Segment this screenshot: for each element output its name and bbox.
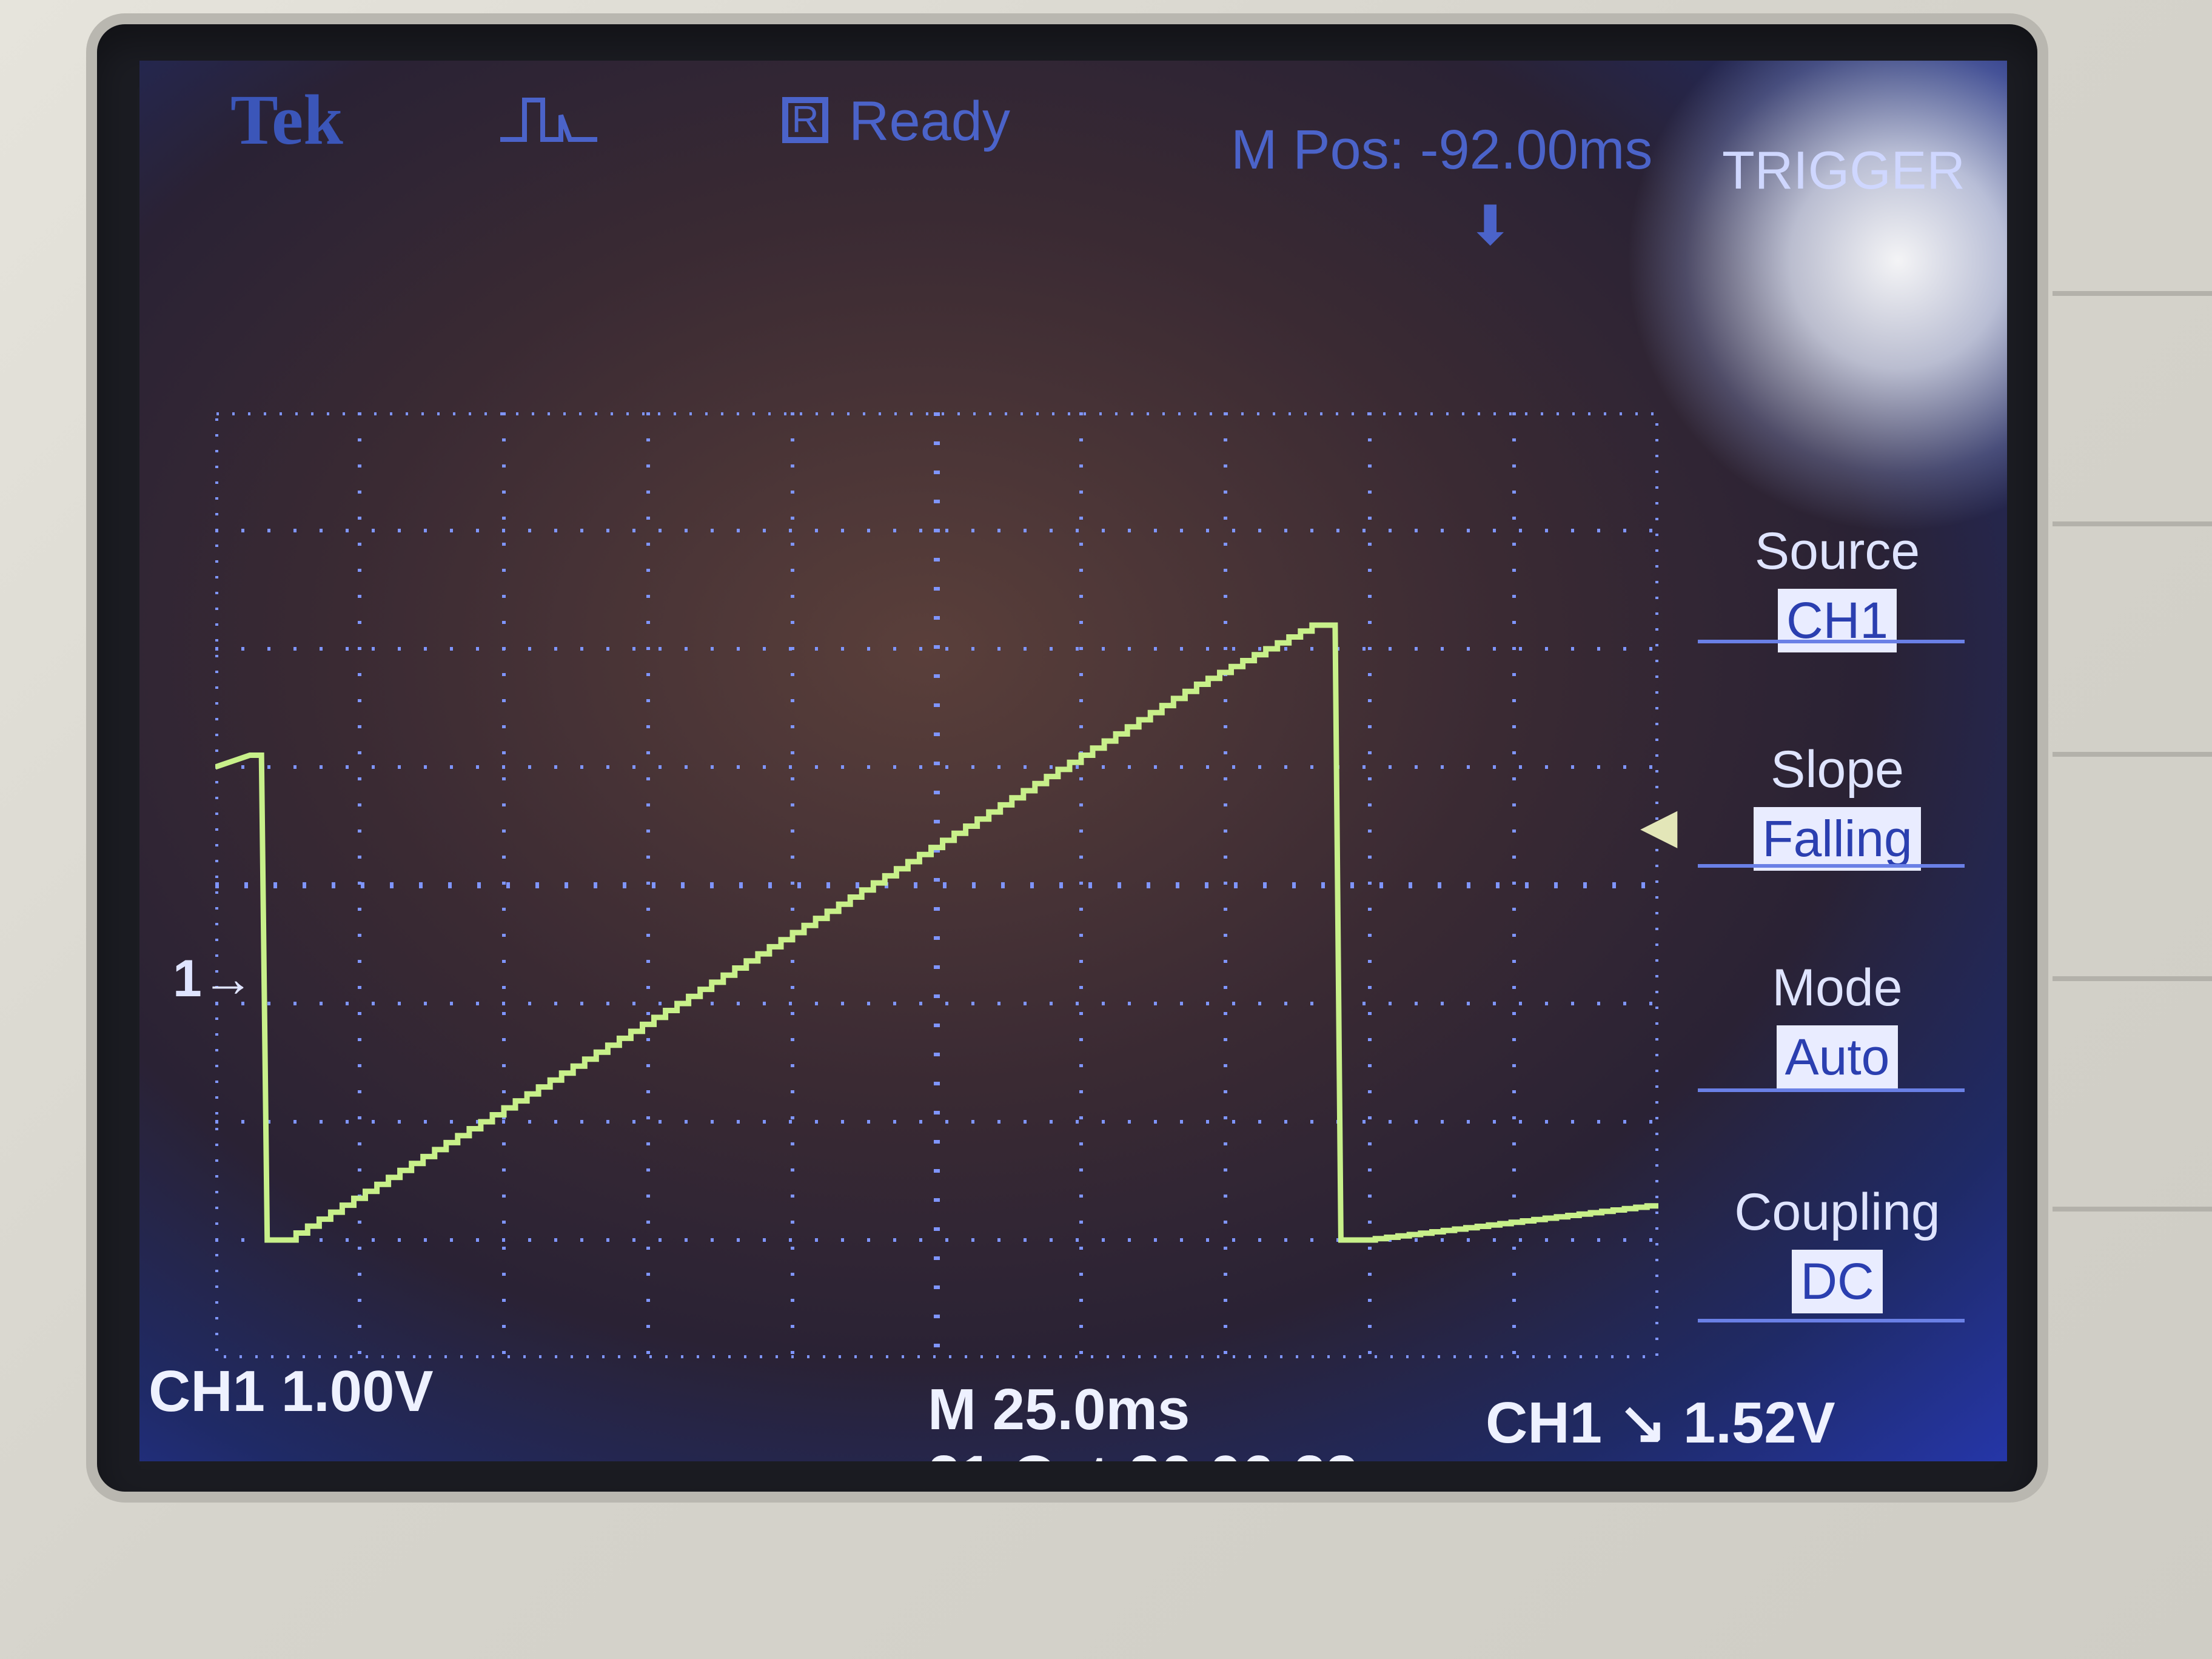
coupling-label: Coupling — [1734, 1183, 1940, 1241]
acquire-pulse-icon — [500, 98, 597, 142]
mode-value: Auto — [1776, 1025, 1899, 1089]
menu-divider — [1698, 1088, 1965, 1092]
bezel-button-2[interactable] — [2053, 521, 2212, 526]
oscilloscope-screen: Tek R Ready M Pos: -92.00ms ⬇ TRIGGER 1→… — [139, 61, 2007, 1461]
mode-label: Mode — [1772, 959, 1903, 1017]
run-state-icon: R — [782, 97, 828, 143]
menu-divider — [1698, 864, 1965, 868]
menu-divider — [1698, 1319, 1965, 1322]
trigger-level-marker: ◀ — [1640, 799, 1678, 853]
status-bar: CH1 1.00V M 25.0ms 21-Oct-20 06:23 CH1 ↘… — [139, 1359, 2007, 1461]
bezel-button-1[interactable] — [2053, 291, 2212, 296]
trigger-info: CH1 ↘ 1.52V — [1486, 1390, 1835, 1455]
ch1-waveform-trace — [215, 622, 1658, 1243]
menu-slope[interactable]: Slope Falling — [1710, 740, 1965, 871]
date-time: 21-Oct-20 06:23 — [928, 1443, 1358, 1461]
waveform-graticule — [215, 412, 1658, 1358]
menu-divider — [1698, 640, 1965, 643]
menu-source[interactable]: Source CH1 — [1710, 521, 1965, 652]
menu-mode[interactable]: Mode Auto — [1710, 958, 1965, 1089]
coupling-value: DC — [1792, 1250, 1883, 1313]
horizontal-position: M Pos: -92.00ms — [1231, 119, 1653, 181]
menu-title: TRIGGER — [1722, 140, 1965, 200]
bezel-button-3[interactable] — [2053, 752, 2212, 757]
trigger-frequency: <10Hz — [1486, 1455, 1655, 1461]
source-label: Source — [1754, 522, 1920, 580]
bezel-buttons — [2053, 291, 2212, 1292]
slope-value: Falling — [1754, 807, 1921, 871]
slope-label: Slope — [1771, 740, 1904, 799]
timebase: M 25.0ms — [928, 1377, 1190, 1442]
run-state: Ready — [849, 90, 1010, 152]
brand-logo: Tek — [230, 80, 343, 159]
screen-glare — [1625, 61, 2007, 534]
bezel-button-4[interactable] — [2053, 976, 2212, 981]
menu-coupling[interactable]: Coupling DC — [1710, 1182, 1965, 1313]
ch1-vertical-scale: CH1 1.00V — [149, 1359, 434, 1424]
waveform-plot — [215, 412, 1658, 1358]
bezel-button-5[interactable] — [2053, 1207, 2212, 1212]
trigger-position-arrow-icon: ⬇ — [1467, 196, 1513, 256]
channel1-marker: 1→ — [173, 950, 254, 1008]
